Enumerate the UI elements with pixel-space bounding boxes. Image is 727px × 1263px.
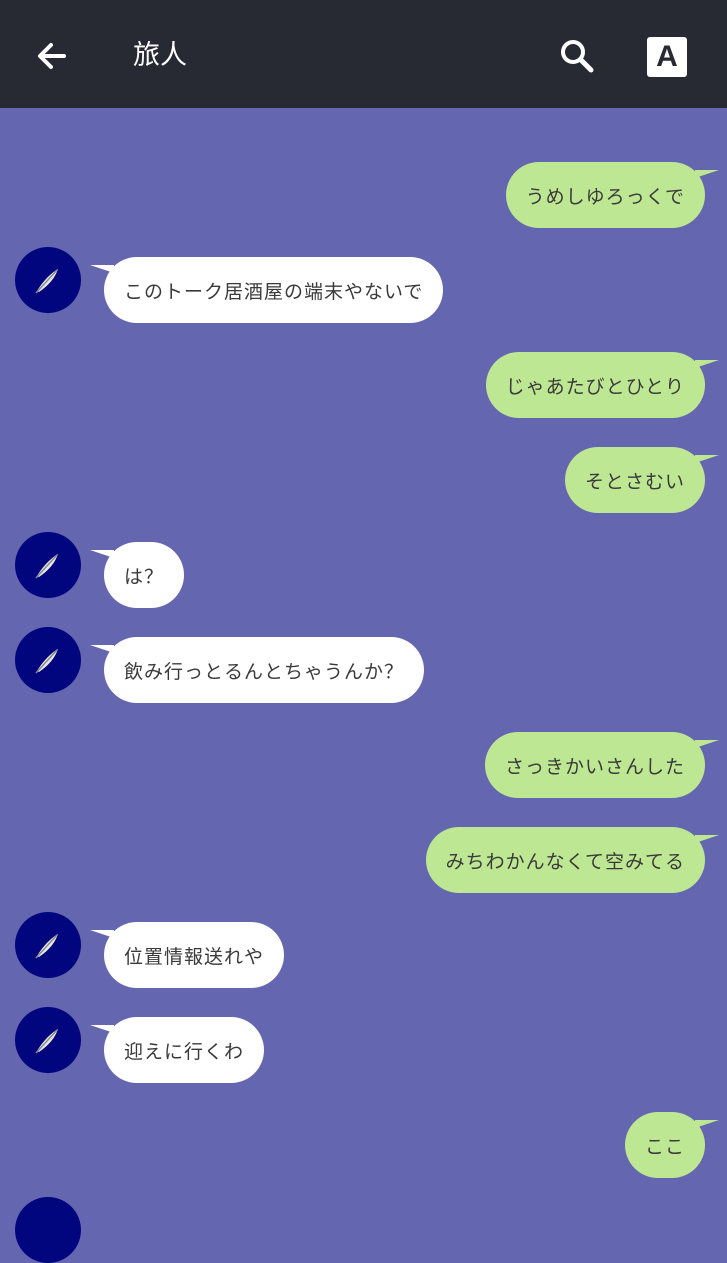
sent-message-bubble[interactable]: みちわかんなくて空みてる — [425, 827, 720, 893]
message-list[interactable]: うめしゆろっくで このトーク居酒屋の端末やないで じゃあたびとひとり そとさむい… — [0, 108, 727, 1263]
font-size-label: A — [656, 40, 678, 73]
contact-avatar[interactable] — [15, 532, 81, 598]
contact-avatar[interactable] — [15, 912, 81, 978]
received-message-bubble[interactable]: は？ — [89, 542, 185, 608]
sent-message-bubble[interactable]: じゃあたびとひとり — [485, 352, 720, 418]
feather-icon — [35, 269, 58, 294]
sent-message-bubble[interactable]: そとさむい — [564, 447, 720, 513]
received-message-bubble[interactable]: 位置情報送れや — [89, 922, 285, 988]
contact-avatar[interactable] — [15, 1007, 81, 1073]
sent-message-bubble[interactable]: さっきかいさんした — [484, 732, 720, 798]
received-message-bubble[interactable]: 迎えに行くわ — [89, 1017, 265, 1083]
search-icon — [561, 40, 594, 73]
chat-title: 旅人 — [133, 40, 187, 71]
arrow-left-icon — [38, 43, 66, 69]
font-size-button[interactable]: A — [647, 37, 687, 77]
sent-message-bubble[interactable]: うめしゆろっくで — [505, 162, 720, 228]
search-button[interactable] — [553, 32, 601, 80]
contact-avatar[interactable] — [15, 627, 81, 693]
contact-avatar[interactable] — [15, 247, 81, 313]
received-message-bubble[interactable]: このトーク居酒屋の端末やないで — [89, 257, 444, 323]
chat-header: 旅人 A — [0, 0, 727, 108]
feather-icon — [35, 649, 58, 674]
received-message-bubble[interactable]: 飲み行っとるんとちゃうんか？ — [89, 637, 425, 703]
feather-icon — [35, 934, 58, 959]
feather-icon — [35, 554, 58, 579]
feather-icon — [35, 1029, 58, 1054]
back-button[interactable] — [28, 32, 76, 80]
contact-avatar[interactable] — [15, 1197, 81, 1263]
sent-message-bubble[interactable]: ここ — [624, 1112, 720, 1178]
